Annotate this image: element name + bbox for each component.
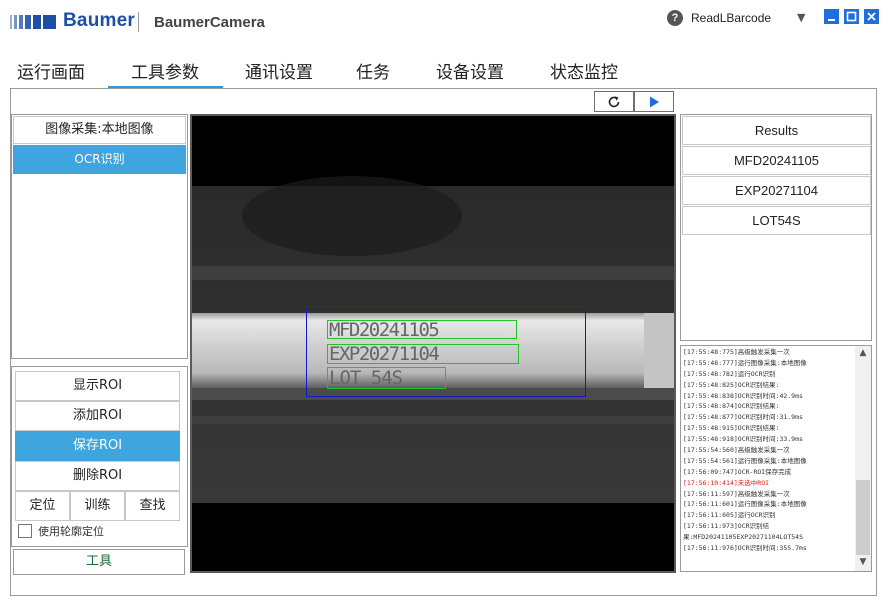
result-item[interactable]: EXP20271104 xyxy=(682,176,871,205)
run-button[interactable] xyxy=(634,91,674,112)
show-roi-button[interactable]: 显示ROI xyxy=(15,371,180,401)
log-line: [17:56:10:414]未选中ROI xyxy=(683,478,770,487)
contour-locate-checkbox[interactable] xyxy=(18,524,32,538)
chevron-down-icon[interactable]: ▼ xyxy=(797,11,805,24)
ocr-text-line-2: EXP20271104 xyxy=(329,343,440,365)
log-list: [17:55:48:775]高级触发采集一次 [17:55:48:777]运行图像… xyxy=(683,347,855,554)
maximize-button[interactable] xyxy=(844,9,859,24)
image-viewer[interactable]: MFD20241105 EXP20271104 LOT 54S xyxy=(190,114,676,573)
log-line: [17:55:48:874]OCR识别结果: xyxy=(683,402,780,411)
log-line: [17:55:54:560]高级触发采集一次 xyxy=(683,446,790,455)
tool-tab[interactable]: 工具 xyxy=(13,549,185,575)
log-line: [17:55:48:838]OCR识别时间:42.9ms xyxy=(683,391,803,400)
save-roi-button[interactable]: 保存ROI xyxy=(15,431,180,461)
find-button[interactable]: 查找 xyxy=(125,491,180,521)
help-icon[interactable]: ? xyxy=(667,10,683,26)
refresh-button[interactable] xyxy=(594,91,634,112)
tab-tasks[interactable]: 任务 xyxy=(352,58,394,88)
ocr-text-line-1: MFD20241105 xyxy=(329,319,440,341)
scroll-up-icon[interactable]: ▲ xyxy=(856,348,870,360)
tab-device-settings[interactable]: 设备设置 xyxy=(431,58,509,88)
delete-roi-button[interactable]: 删除ROI xyxy=(15,461,180,491)
log-scrollbar-thumb[interactable] xyxy=(856,480,870,555)
log-line: [17:55:48:915]OCR识别结果: xyxy=(683,424,780,433)
ocr-text-line-3: LOT 54S xyxy=(329,367,403,389)
log-line: [17:55:48:918]OCR识别时间:33.9ms xyxy=(683,435,803,444)
ocr-recognition-item[interactable]: OCR识别 xyxy=(13,145,186,174)
train-button[interactable]: 训练 xyxy=(70,491,125,521)
tab-run-screen[interactable]: 运行画面 xyxy=(12,58,90,88)
log-line: [17:56:11:601]运行图像采集:本地图像 xyxy=(683,500,807,509)
contour-locate-label: 使用轮廓定位 xyxy=(38,525,104,538)
play-icon xyxy=(650,96,659,108)
brand-logo-text: Baumer xyxy=(63,10,135,31)
refresh-icon xyxy=(608,96,620,108)
minimize-button[interactable] xyxy=(824,9,839,24)
log-line: [17:55:48:877]OCR识别时间:31.9ms xyxy=(683,413,803,422)
app-title: BaumerCamera xyxy=(154,14,265,31)
image-acquisition-item[interactable]: 图像采集:本地图像 xyxy=(13,116,186,144)
title-separator xyxy=(138,12,139,32)
log-line: [17:55:48:775]高级触发采集一次 xyxy=(683,348,790,356)
log-line: [17:56:11:973]OCR识别结 xyxy=(683,522,770,531)
result-item[interactable]: LOT54S xyxy=(682,206,871,235)
log-line: 果:MFD20241105EXP20271104LOT54S xyxy=(683,533,803,542)
log-line: [17:55:48:825]OCR识别结果: xyxy=(683,380,780,389)
log-line: [17:56:09:747]OCR-ROI保存完成 xyxy=(683,467,792,476)
tab-tool-parameters[interactable]: 工具参数 xyxy=(126,58,204,88)
results-header: Results xyxy=(682,116,871,145)
program-selector[interactable]: ReadLBarcode xyxy=(691,11,771,25)
close-button[interactable] xyxy=(864,9,879,24)
add-roi-button[interactable]: 添加ROI xyxy=(15,401,180,431)
log-line: [17:56:11:976]OCR识别时间:355.7ms xyxy=(683,544,807,553)
log-line: [17:55:48:777]运行图像采集:本地图像 xyxy=(683,358,807,367)
log-line: [17:56:11:605]运行OCR识别 xyxy=(683,511,776,520)
result-item[interactable]: MFD20241105 xyxy=(682,146,871,175)
locate-button[interactable]: 定位 xyxy=(15,491,70,521)
tab-communication-settings[interactable]: 通讯设置 xyxy=(240,58,318,88)
baumer-logo-bars-icon xyxy=(10,15,56,29)
scroll-down-icon[interactable]: ▼ xyxy=(856,557,870,569)
log-line: [17:55:54:561]运行图像采集:本地图像 xyxy=(683,456,807,465)
log-line: [17:55:48:782]运行OCR识别 xyxy=(683,369,776,378)
log-line: [17:56:11:597]高级触发采集一次 xyxy=(683,489,790,498)
tab-status-monitor[interactable]: 状态监控 xyxy=(545,58,623,88)
